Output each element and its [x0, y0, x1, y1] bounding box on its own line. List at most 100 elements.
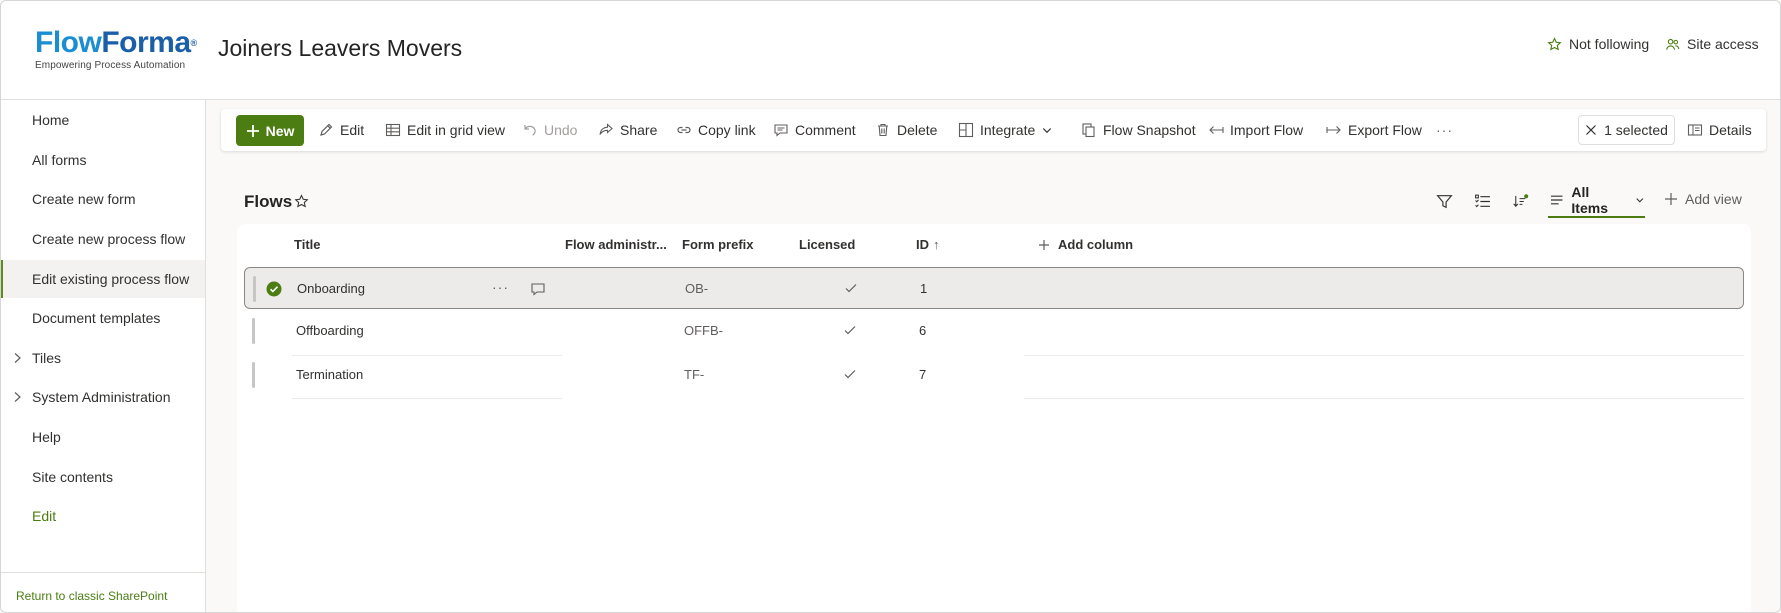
close-icon[interactable]	[1585, 124, 1597, 136]
details-button[interactable]: Details	[1687, 109, 1752, 151]
checkmark-circle-icon[interactable]	[266, 281, 282, 297]
column-header-licensed[interactable]: Licensed	[799, 237, 855, 252]
share-icon	[599, 123, 613, 135]
column-header-flow-administrator[interactable]: Flow administr...	[565, 237, 667, 252]
return-to-classic-link[interactable]: Return to classic SharePoint	[16, 589, 167, 603]
add-column-button[interactable]: Add column	[1038, 237, 1133, 252]
nav-item-label: System Administration	[32, 389, 171, 405]
share-label: Share	[620, 122, 658, 138]
nav-item-label: Tiles	[32, 350, 62, 366]
undo-icon	[524, 125, 536, 136]
column-header-title[interactable]: Title	[294, 237, 321, 252]
integrate-icon	[958, 122, 974, 138]
nav-item-label: Edit existing process flow	[32, 271, 190, 287]
logo-tagline: Empowering Process Automation	[35, 60, 186, 71]
chevron-right-icon[interactable]	[11, 390, 23, 404]
table-row[interactable]: Onboarding ··· OB- 1	[244, 267, 1744, 309]
comment-icon[interactable]	[530, 281, 546, 297]
view-switcher[interactable]: All Items	[1548, 184, 1645, 218]
checkmark-icon	[844, 370, 856, 379]
site-access-button[interactable]: Site access	[1665, 36, 1759, 52]
edit-label: Edit	[340, 122, 365, 138]
chevron-right-icon[interactable]	[11, 351, 23, 365]
nav-item-edit[interactable]: Edit	[1, 497, 205, 535]
plus-icon	[1665, 193, 1677, 205]
cell-form-prefix: OB-	[685, 281, 709, 296]
grid-icon	[385, 123, 401, 137]
list-options-icon	[1475, 194, 1490, 207]
delete-button[interactable]: Delete	[875, 109, 937, 151]
cell-id: 6	[919, 323, 927, 338]
selection-count-pill[interactable]: 1 selected	[1578, 115, 1675, 145]
share-button[interactable]: Share	[598, 109, 657, 151]
import-flow-label: Import Flow	[1230, 122, 1304, 138]
sort-button[interactable]	[1512, 188, 1529, 214]
row-selection-bar	[252, 318, 255, 344]
copy-link-button[interactable]: Copy link	[676, 109, 756, 151]
nav-item-create-new-process-flow[interactable]: Create new process flow	[1, 220, 205, 258]
favorite-star-icon[interactable]	[294, 194, 309, 209]
integrate-label: Integrate	[980, 122, 1036, 138]
nav-item-label: Site contents	[32, 469, 113, 485]
comment-button[interactable]: Comment	[773, 109, 856, 151]
nav-item-all-forms[interactable]: All forms	[1, 141, 205, 179]
import-arrow-icon	[1209, 126, 1224, 134]
logo-word-flow: Flow	[35, 26, 102, 59]
nav-item-help[interactable]: Help	[1, 418, 205, 456]
filter-button[interactable]	[1436, 188, 1453, 214]
export-flow-button[interactable]: Export Flow	[1326, 109, 1422, 151]
export-arrow-icon	[1326, 126, 1341, 134]
trash-icon	[878, 123, 888, 137]
details-label: Details	[1709, 122, 1752, 138]
column-header-id-label: ID	[916, 237, 929, 252]
more-commands-button[interactable]: ···	[1436, 109, 1453, 151]
snapshot-icon	[1082, 123, 1095, 138]
command-bar: New Edit Edit in grid view Undo Share Co…	[221, 109, 1766, 151]
nav-item-label: Edit	[32, 508, 57, 524]
flowforma-logo[interactable]: FlowForma® Empowering Process Automation	[35, 27, 197, 72]
plus-icon	[246, 124, 259, 137]
people-icon	[1666, 38, 1680, 50]
view-lines-icon	[1550, 195, 1563, 205]
follow-label: Not following	[1569, 36, 1650, 52]
edit-grid-view-button[interactable]: Edit in grid view	[385, 109, 505, 151]
column-header-id[interactable]: ID ↑	[916, 237, 940, 252]
table-row[interactable]: Termination TF- 7	[244, 354, 1744, 396]
nav-item-home[interactable]: Home	[1, 101, 205, 139]
sort-ascending-icon: ↑	[933, 237, 940, 252]
add-view-label: Add view	[1685, 191, 1742, 207]
nav-item-label: Create new form	[32, 191, 136, 207]
site-title[interactable]: Joiners Leavers Movers	[218, 35, 462, 62]
view-options-button[interactable]	[1474, 188, 1491, 214]
nav-item-tiles[interactable]: Tiles	[1, 339, 205, 377]
row-divider	[292, 398, 562, 399]
nav-item-site-contents[interactable]: Site contents	[1, 458, 205, 496]
checkmark-icon	[845, 284, 857, 293]
cell-title[interactable]: Offboarding	[296, 323, 364, 338]
link-icon	[677, 126, 691, 134]
nav-item-edit-existing-process-flow[interactable]: Edit existing process flow	[1, 260, 205, 298]
column-header-form-prefix[interactable]: Form prefix	[682, 237, 754, 252]
flow-snapshot-button[interactable]: Flow Snapshot	[1081, 109, 1196, 151]
logo-wordmark: FlowForma®	[35, 27, 197, 59]
integrate-menu-button[interactable]: Integrate	[958, 109, 1053, 151]
nav-item-system-administration[interactable]: System Administration	[1, 378, 205, 416]
cell-title[interactable]: Onboarding	[297, 281, 365, 296]
left-navigation: Home All forms Create new form Create ne…	[1, 100, 206, 612]
add-view-button[interactable]: Add view	[1664, 191, 1742, 207]
row-more-actions[interactable]: ···	[492, 279, 509, 295]
import-flow-button[interactable]: Import Flow	[1208, 109, 1303, 151]
nav-item-document-templates[interactable]: Document templates	[1, 299, 205, 337]
view-name: All Items	[1571, 184, 1608, 216]
nav-item-create-new-form[interactable]: Create new form	[1, 180, 205, 218]
edit-button[interactable]: Edit	[318, 109, 364, 151]
filter-icon	[1436, 194, 1453, 208]
new-button[interactable]: New	[236, 115, 304, 146]
plus-icon	[1039, 239, 1049, 250]
nav-item-label: Home	[32, 112, 70, 128]
star-icon	[1547, 36, 1562, 51]
cell-title[interactable]: Termination	[296, 367, 363, 382]
table-row[interactable]: Offboarding OFFB- 6	[244, 310, 1744, 352]
follow-button[interactable]: Not following	[1547, 36, 1649, 52]
undo-button[interactable]: Undo	[522, 109, 577, 151]
